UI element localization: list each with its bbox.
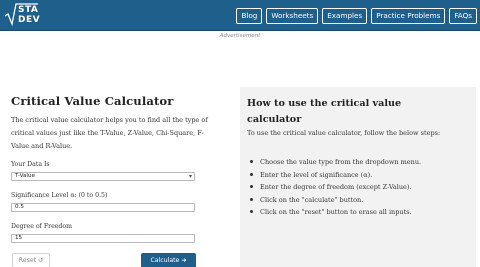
how-to-panel: How to use the critical value calculator… <box>240 87 476 267</box>
site-logo[interactable]: STA DEV <box>4 3 41 27</box>
chevron-down-icon: ▾ <box>188 173 192 181</box>
degree-of-freedom-label: Degree of Freedom <box>11 223 72 231</box>
list-item: Enter the degree of freedom (except Z-Va… <box>250 181 472 194</box>
how-to-text: To use the critical value calculator, fo… <box>247 129 441 137</box>
data-type-selected-value: T-Value <box>15 173 35 180</box>
calculate-button-label: Calculate <box>150 257 180 265</box>
list-item: Choose the value type from the dropdown … <box>250 156 472 169</box>
calculate-button[interactable]: Calculate ➜ <box>141 253 196 267</box>
arrow-right-icon: ➜ <box>181 257 187 265</box>
data-type-label: Your Data Is <box>11 161 50 169</box>
advertisement-label: Advertisement <box>219 33 261 39</box>
nav-blog[interactable]: Blog <box>236 8 263 24</box>
calculator-intro: The critical value calculator helps you … <box>11 116 208 150</box>
reset-button[interactable]: Reset ↺ <box>12 253 50 267</box>
degree-of-freedom-input[interactable]: 15 <box>11 234 195 244</box>
nav-faqs[interactable]: FAQs <box>449 8 477 24</box>
how-to-title: How to use the critical value calculator <box>247 98 402 125</box>
how-to-steps: Choose the value type from the dropdown … <box>250 156 472 219</box>
logo-text-bottom: DEV <box>18 15 41 25</box>
page-title: Critical Value Calculator <box>11 94 174 108</box>
data-type-select[interactable]: T-Value ▾ <box>11 172 195 182</box>
nav-examples[interactable]: Examples <box>322 8 368 24</box>
nav-worksheets[interactable]: Worksheets <box>266 8 319 24</box>
reset-button-label: Reset <box>18 257 37 265</box>
form-buttons: Reset ↺ Calculate ➜ <box>11 253 196 267</box>
top-navigation-bar: STA DEV Blog Worksheets Examples Practic… <box>0 0 480 31</box>
significance-input[interactable]: 0.5 <box>11 203 195 213</box>
main-nav: Blog Worksheets Examples Practice Proble… <box>232 8 477 24</box>
list-item: Click on the "calculate" button. <box>250 194 472 207</box>
reset-icon: ↺ <box>38 257 44 265</box>
list-item: Click on the "reset" button to erase all… <box>250 206 472 219</box>
list-item: Enter the level of significance (α). <box>250 169 472 182</box>
nav-practice-problems[interactable]: Practice Problems <box>371 8 446 24</box>
significance-label: Significance Level α: (0 to 0.5) <box>11 192 108 200</box>
calculator-section: Critical Value Calculator The critical v… <box>11 94 221 267</box>
logo-text-top: STA <box>18 5 39 15</box>
